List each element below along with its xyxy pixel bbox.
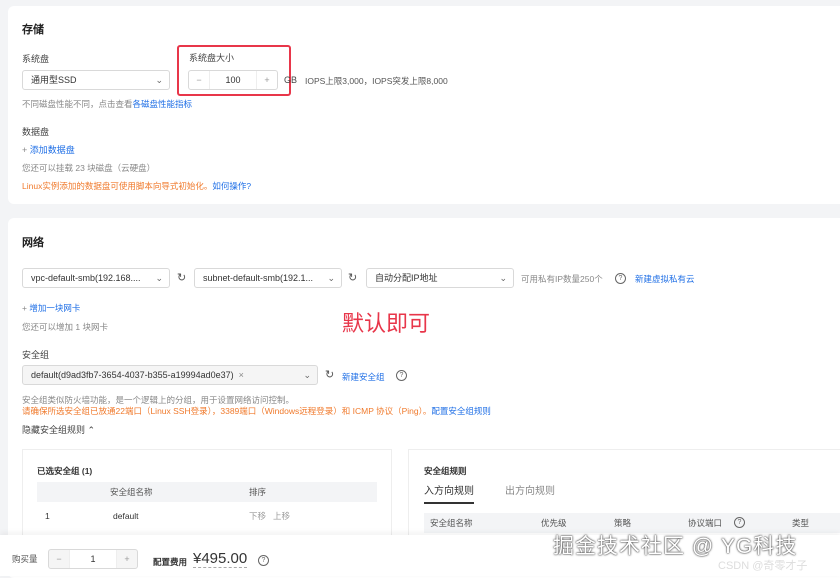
ip-select[interactable]: 自动分配IP地址 ⌄ [366,268,514,288]
tab-inbound[interactable]: 入方向规则 [424,482,474,504]
refresh-icon[interactable]: ↻ [325,368,334,381]
ip-count: 可用私有IP数量250个 [521,274,603,284]
fee-value: ¥495.00 [193,550,248,568]
minus-button[interactable]: − [189,71,209,89]
plus-button[interactable]: + [257,71,277,89]
linux-note: Linux实例添加的数据盘可使用脚本向导式初始化。 [22,181,213,191]
quantity-stepper[interactable]: −1 + [48,549,138,569]
quantity-value[interactable]: 1 [69,550,117,568]
security-group-label: 安全组 [22,350,50,360]
header-name: 安全组名称 [110,487,153,497]
row-name: default [113,511,139,521]
add-data-disk-button[interactable]: + 添加数据盘 [22,143,75,156]
refresh-icon[interactable]: ↻ [348,271,357,284]
chevron-down-icon: ⌄ [303,370,311,380]
vpc-select[interactable]: vpc-default-smb(192.168.... ⌄ [22,268,170,288]
iops-info: IOPS上限3,000，IOPS突发上限8,000 [305,76,448,86]
refresh-icon[interactable]: ↻ [177,271,186,284]
how-link[interactable]: 如何操作? [212,181,251,191]
fee-label: 配置费用 [153,557,188,567]
security-warn: 请确保所选安全组已放通22端口（Linux SSH登录），3389端口（Wind… [22,406,432,416]
add-nic-button[interactable]: + 增加一块网卡 [22,302,80,314]
minus-button[interactable]: − [49,550,69,568]
chevron-up-icon: ⌃ [87,425,96,435]
help-icon[interactable]: ? [734,517,745,528]
system-disk-size-label: 系统盘大小 [189,53,235,63]
storage-title: 存储 [22,24,44,36]
perf-note: 不同磁盘性能不同，点击查看 [22,99,133,109]
nic-note: 您还可以增加 1 块网卡 [22,322,108,332]
hide-rules-toggle[interactable]: 隐藏安全组规则 ⌃ [22,423,95,436]
subnet-value: subnet-default-smb(192.1... [203,273,314,283]
network-title: 网络 [22,237,44,249]
rules-title: 安全组规则 [424,466,467,476]
security-group-select[interactable]: default(d9ad3fb7-3654-4037-b355-a19994ad… [22,365,318,385]
row-index: 1 [45,511,50,521]
ip-value: 自动分配IP地址 [375,273,438,283]
move-up-button[interactable]: 上移 [273,506,290,526]
system-disk-type-value: 通用型SSD [31,75,77,85]
selected-groups-title: 已选安全组 (1) [37,466,93,476]
vpc-value: vpc-default-smb(192.168.... [31,273,141,283]
data-disk-label: 数据盘 [22,127,50,137]
new-vpc-link[interactable]: 新建虚拟私有云 [635,273,695,285]
add-data-disk-label: 添加数据盘 [29,145,75,155]
perf-link[interactable]: 各磁盘性能指标 [133,99,193,109]
help-icon[interactable]: ? [615,273,626,284]
chevron-down-icon: ⌄ [155,75,163,85]
watermark: 掘金技术社区 @ YG科技 [553,535,798,558]
quantity-label: 购买量 [12,554,38,564]
chevron-down-icon: ⌄ [155,273,163,283]
selected-table-header: 安全组名称 排序 [37,482,377,502]
help-icon[interactable]: ? [258,555,269,566]
annotation-text: 默认即可 [342,311,431,336]
plus-button[interactable]: + [117,550,137,568]
system-disk-size-stepper[interactable]: −100 + [188,70,278,90]
add-nic-label: 增加一块网卡 [29,303,81,313]
hide-rules-label: 隐藏安全组规则 [22,425,86,435]
unit: GB [284,75,298,85]
config-rules-link[interactable]: 配置安全组规则 [431,406,491,416]
help-icon[interactable]: ? [396,370,407,381]
plus-icon: + [22,145,30,155]
mount-note: 您还可以挂载 23 块磁盘（云硬盘） [22,163,156,173]
move-down-button[interactable]: 下移 [249,506,266,526]
size-value[interactable]: 100 [209,71,257,89]
new-security-group-link[interactable]: 新建安全组 [342,371,385,383]
watermark-sub: CSDN @奇零才子 [718,560,808,572]
header-group-name: 安全组名称 [430,518,473,528]
system-disk-label: 系统盘 [22,54,50,64]
system-disk-type-select[interactable]: 通用型SSD ⌄ [22,70,170,90]
header-order: 排序 [249,487,267,497]
tab-outbound[interactable]: 出方向规则 [505,482,555,497]
chevron-down-icon: ⌄ [327,273,335,283]
close-icon[interactable]: × [239,370,244,380]
security-group-tag: default(d9ad3fb7-3654-4037-b355-a19994ad… [31,370,234,380]
table-row: 1 default 下移 上移 [37,506,377,526]
chevron-down-icon: ⌄ [499,273,507,283]
subnet-select[interactable]: subnet-default-smb(192.1... ⌄ [194,268,342,288]
